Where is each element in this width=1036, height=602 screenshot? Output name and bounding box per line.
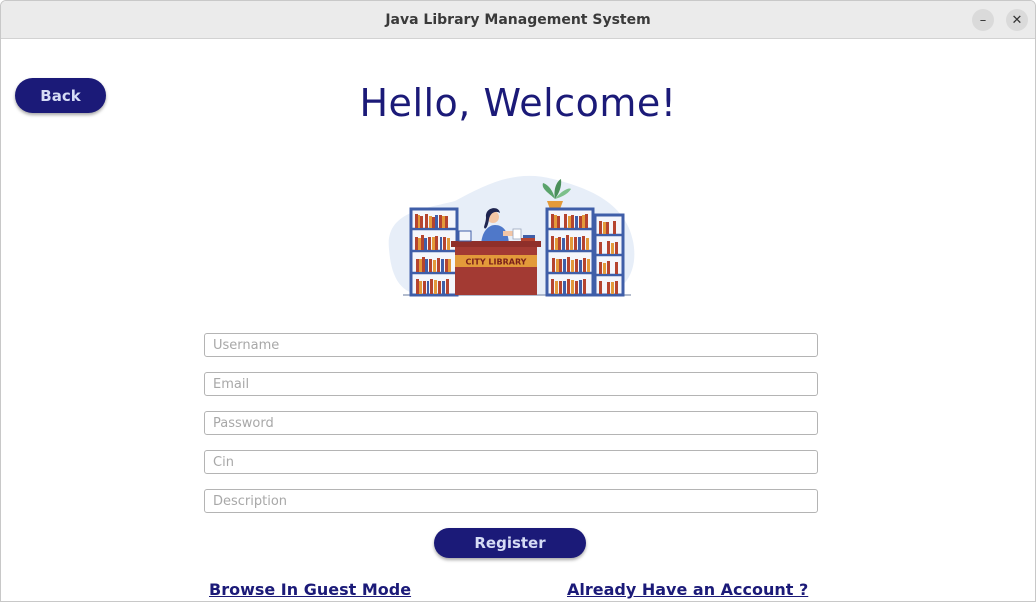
close-button[interactable]: ✕ bbox=[1006, 9, 1028, 31]
register-button[interactable]: Register bbox=[434, 528, 586, 558]
page-title: Hello, Welcome! bbox=[359, 81, 677, 125]
desk-sign-text: CITY LIBRARY bbox=[466, 258, 527, 267]
email-field[interactable] bbox=[204, 372, 818, 396]
minimize-icon: – bbox=[979, 12, 987, 28]
cin-field[interactable] bbox=[204, 450, 818, 474]
app-window: Java Library Management System – ✕ Back … bbox=[0, 0, 1036, 602]
already-have-account-link[interactable]: Already Have an Account ? bbox=[567, 580, 808, 599]
title-bar[interactable]: Java Library Management System – ✕ bbox=[1, 1, 1035, 39]
browse-guest-mode-link[interactable]: Browse In Guest Mode bbox=[209, 580, 411, 599]
close-icon: ✕ bbox=[1011, 12, 1023, 28]
right-bookshelf bbox=[545, 207, 625, 297]
minimize-button[interactable]: – bbox=[972, 9, 994, 31]
description-field[interactable] bbox=[204, 489, 818, 513]
username-field[interactable] bbox=[204, 333, 818, 357]
window-title: Java Library Management System bbox=[385, 12, 651, 28]
left-bookshelf bbox=[409, 207, 459, 297]
password-field[interactable] bbox=[204, 411, 818, 435]
library-desk-illustration: CITY LIBRARY bbox=[388, 175, 635, 297]
